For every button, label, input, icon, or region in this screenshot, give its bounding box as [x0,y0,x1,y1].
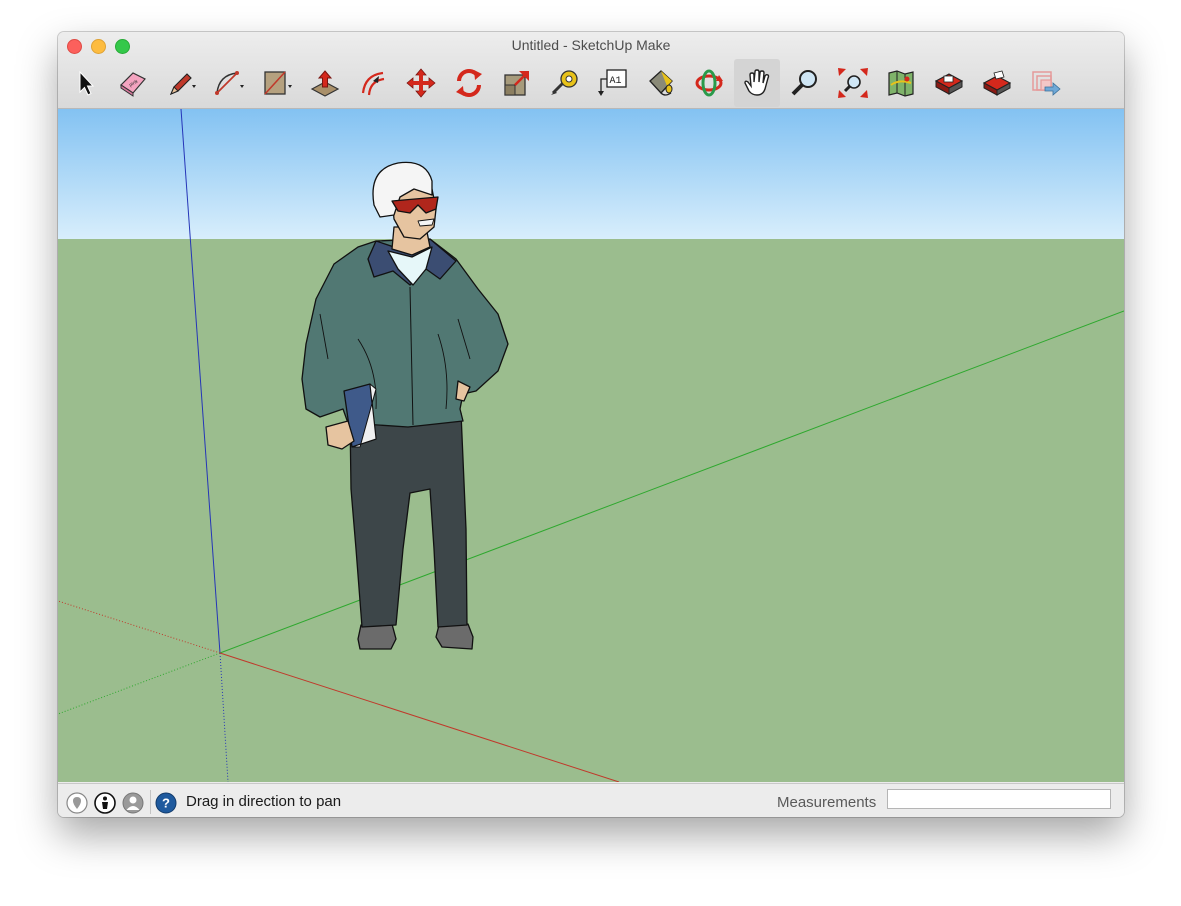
title-bar: Untitled - SketchUp Make pink A1 [58,32,1124,109]
main-toolbar: pink A1 [70,59,1110,107]
3d-warehouse-tool-button[interactable] [878,59,924,107]
status-divider [150,790,151,814]
eraser-tool-button[interactable]: pink [110,59,156,107]
eraser-icon: pink [120,72,146,97]
offset-tool-button[interactable] [350,59,396,107]
zoom-extents-icon [838,68,868,98]
magnifier-icon [791,70,817,96]
geo-location-icon[interactable] [66,792,88,814]
zoom-extents-tool-button[interactable] [830,59,876,107]
share-arrow-icon [1032,71,1061,96]
scene-canvas[interactable] [58,109,1124,782]
scale-icon [504,71,529,96]
tape-measure-icon [551,70,578,95]
move-tool-button[interactable] [398,59,444,107]
warehouse-icon [934,73,964,95]
share-model-tool-button[interactable] [1022,59,1068,107]
arc-tool-button[interactable] [206,59,252,107]
pencil-icon [169,73,196,96]
map-icon [888,70,914,97]
left-shoe [357,623,397,650]
right-shoe [435,623,474,650]
rotate-tool-button[interactable] [446,59,492,107]
arc-icon [215,71,244,95]
svg-text:A1: A1 [610,76,622,87]
sketchup-window: Untitled - SketchUp Make pink A1 ? Drag … [58,32,1124,817]
select-tool-button[interactable] [62,59,108,107]
zoom-tool-button[interactable] [782,59,828,107]
measurements-input[interactable] [887,789,1111,809]
svg-text:?: ? [162,796,170,811]
extension-warehouse-tool-button[interactable] [926,59,972,107]
sky [58,109,1124,239]
paint-bucket-icon [649,70,673,96]
tape-measure-tool-button[interactable] [542,59,588,107]
push-pull-icon [310,70,340,97]
credits-icon[interactable] [94,792,116,814]
orbit-tool-button[interactable] [686,59,732,107]
ground-plane [58,239,1124,782]
offset-icon [361,71,385,96]
move-arrows-icon [406,68,436,98]
extension-manager-tool-button[interactable] [974,59,1020,107]
model-viewport[interactable] [58,109,1124,782]
line-tool-button[interactable] [158,59,204,107]
arrow-cursor-icon [79,70,95,96]
orbit-icon [695,69,723,97]
help-icon[interactable]: ? [155,792,177,814]
status-message: Drag in direction to pan [186,793,342,810]
scale-tool-button[interactable] [494,59,540,107]
rotate-icon [456,69,482,97]
push-pull-tool-button[interactable] [302,59,348,107]
extension-icon [982,70,1012,96]
user-account-icon[interactable] [122,792,144,814]
paint-bucket-tool-button[interactable] [638,59,684,107]
rectangle-tool-button[interactable] [254,59,300,107]
rectangle-icon [264,71,292,95]
hand-icon [744,69,770,96]
window-title: Untitled - SketchUp Make [511,37,671,53]
status-bar: ? Drag in direction to pan Measurements [58,783,1124,817]
measurements-label: Measurements [777,794,877,811]
text-tool-button[interactable]: A1 [590,59,636,107]
pan-tool-button[interactable] [734,59,780,107]
text-label-icon: A1 [598,69,627,96]
